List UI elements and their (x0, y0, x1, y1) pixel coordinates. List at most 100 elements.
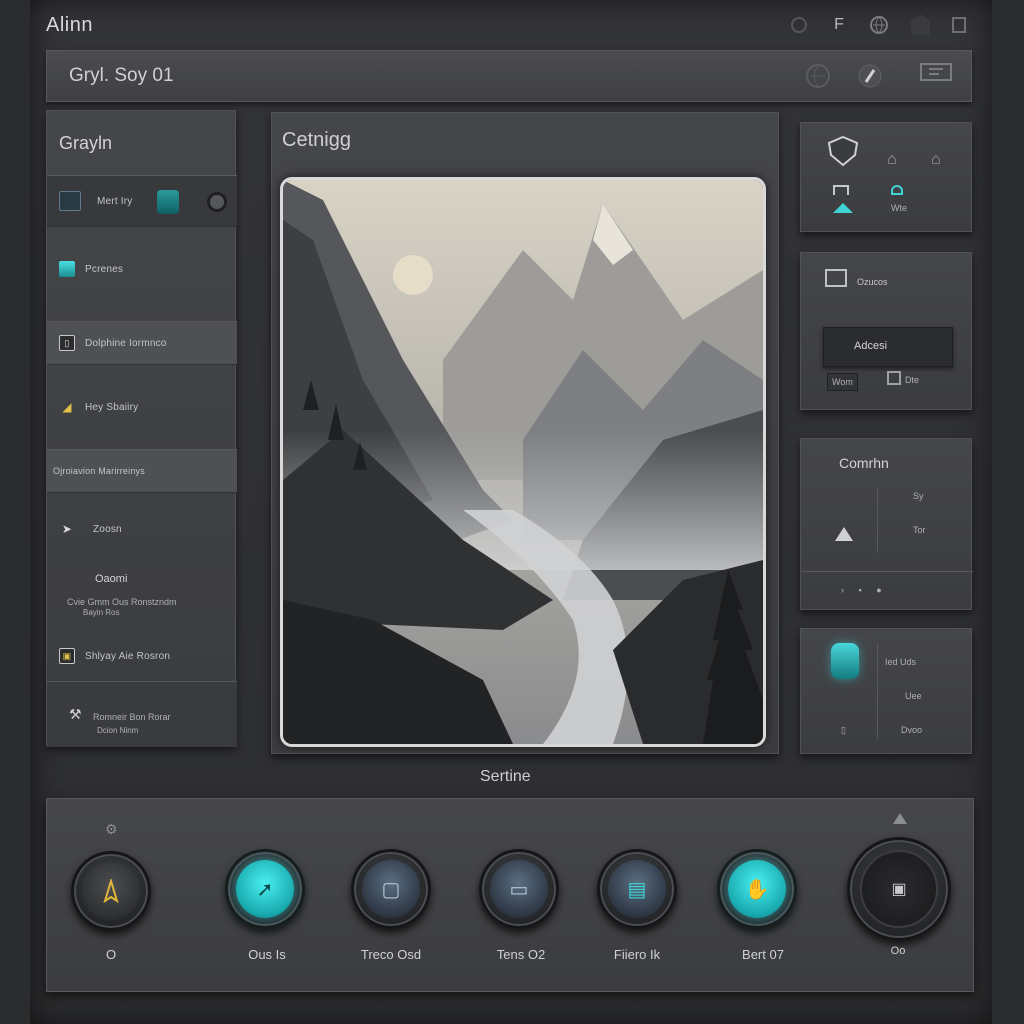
tool-icon[interactable]: ⚒ (69, 706, 82, 723)
monitor-icon[interactable] (825, 269, 847, 287)
panel3-row-1: Sy (913, 491, 924, 501)
window-icon[interactable] (948, 14, 970, 36)
right-panel-4: Ied Uds Uee Dvoo ▯ (800, 628, 972, 754)
power-toggle-icon[interactable] (831, 643, 859, 679)
sidebar-footer: ⚒ Romneir Bon Rorar Dcion Ninm (47, 681, 237, 747)
sidebar-item-hey[interactable]: ◢ Hey Sbaiiry (47, 389, 237, 425)
teal-triangle-icon (833, 203, 853, 213)
main-title: Cetnigg (282, 129, 351, 151)
knob-label: Tens O2 (496, 947, 546, 962)
panel2-field[interactable]: Adcesi (823, 327, 953, 367)
globe-icon[interactable] (868, 14, 890, 36)
sidebar-title: Grayln (59, 133, 113, 153)
panel1-label: Wte (891, 203, 908, 213)
panel3-title: Comrhn (839, 455, 889, 471)
toggle-icon[interactable] (207, 192, 227, 212)
sidebar-footer-sub: Dcion Ninm (97, 726, 139, 735)
sidebar-item-label: Hey Sbaiiry (85, 401, 139, 413)
sidebar-item-label: Pcrenes (85, 263, 124, 275)
edit-icon[interactable] (857, 63, 883, 94)
panel2-button-2[interactable]: Dte (905, 375, 919, 385)
header-bar: Gryl. Soy 01 (46, 50, 972, 102)
image-caption: Sertine (480, 768, 531, 785)
sidebar-item-dolphine[interactable]: ▯ Dolphine Iormnco (47, 321, 237, 365)
dial-knob[interactable] (71, 851, 151, 931)
sidebar-item-zoosn[interactable]: ➤ Zoosn (47, 513, 237, 545)
panel3-row-2: Tor (913, 525, 926, 535)
sidebar-subtext: Bayin Ros (83, 608, 120, 617)
archive-knob[interactable]: ▤ (597, 849, 677, 929)
panel4-row-3: Dvoo (901, 725, 923, 735)
cursor-knob[interactable]: ➚ (225, 849, 305, 929)
panel3-controls[interactable]: › ▪ ● (841, 585, 888, 595)
f-icon[interactable]: F (828, 14, 850, 36)
divider (801, 571, 973, 572)
sidebar-footer-label: Romneir Bon Rorar (93, 712, 171, 722)
landscape-image (280, 177, 766, 747)
app-title: Alinn (46, 14, 93, 36)
panel4-row-1: Ied Uds (885, 657, 917, 667)
divider (877, 487, 878, 553)
home-icon[interactable]: ⌂ (887, 151, 897, 169)
cursor-icon: ➚ (236, 860, 294, 918)
knob-label: Treco Osd (360, 947, 422, 962)
main-panel: Cetnigg (271, 112, 779, 754)
sidebar-item-mert[interactable]: Mert Iry (47, 175, 237, 227)
panel2-button-1[interactable]: Wom (827, 373, 858, 391)
circle-icon[interactable] (788, 14, 810, 36)
sidebar-item-ojroiavion[interactable]: Ojroiavion Marirreinys (47, 449, 237, 493)
display-icon[interactable] (919, 61, 953, 90)
triangle-icon[interactable] (835, 527, 853, 541)
archive-icon: ▤ (608, 860, 666, 918)
panel4-row-2: Uee (905, 691, 922, 701)
knob-label: Oo (890, 945, 906, 957)
doc-icon: ▯ (59, 335, 75, 351)
sidebar-item-oaomi[interactable]: Oaomi (95, 573, 127, 585)
bracket-icon (833, 185, 849, 195)
camera-icon[interactable] (908, 14, 930, 36)
right-panel-1: ⌂ ⌂ Wte (800, 122, 972, 232)
screen-icon: ▣ (860, 850, 938, 928)
device-icon: ▭ (490, 860, 548, 918)
house-icon[interactable]: ⌂ (931, 151, 941, 169)
sidebar-subtext: Cvie Gmm Ous Ronstzndm (67, 597, 177, 607)
knob-label: Ous Is (248, 947, 286, 962)
teal-square-icon (59, 261, 75, 277)
globe-icon[interactable] (805, 63, 831, 94)
window-knob[interactable]: ▢ (351, 849, 431, 929)
sidebar-item-label: Zoosn (93, 523, 122, 535)
frame-icon: ▢ (362, 860, 420, 918)
right-panel-3: Comrhn Sy Tor › ▪ ● (800, 438, 973, 610)
sidebar-item-label: Ojroiavion Marirreinys (53, 466, 145, 476)
knob-label: Bert 07 (742, 947, 784, 962)
box-icon: ▣ (59, 648, 75, 664)
knob-label: Fiiero Ik (613, 947, 661, 962)
sidebar-item-label: Dolphine Iormnco (85, 337, 167, 349)
tablet-icon (59, 191, 81, 211)
shield-icon[interactable] (827, 135, 859, 172)
bracket-icon: ▯ (841, 725, 846, 735)
hand-icon: ✋ (728, 860, 786, 918)
sidebar: Grayln Mert Iry Pcrenes ▯ Dolphine Iormn… (46, 110, 237, 747)
top-icon-bar: F (788, 10, 970, 40)
control-dock: ⚙ O ➚ Ous Is ▢ Treco Osd ▭ Tens O2 ▤ Fii… (46, 798, 974, 992)
knob-label: O (105, 947, 117, 962)
arc-icon (891, 185, 903, 195)
device-knob[interactable]: ▭ (479, 849, 559, 929)
sidebar-item-label: Mert Iry (97, 195, 133, 207)
gear-icon[interactable]: ⚙ (105, 821, 118, 838)
hand-knob[interactable]: ✋ (717, 849, 797, 929)
panel2-label: Ozucos (857, 277, 888, 287)
sidebar-item-shlyay[interactable]: ▣ Shlyay Aie Rosron (47, 641, 237, 671)
divider (877, 643, 878, 739)
sidebar-item-pcrenes[interactable]: Pcrenes (47, 251, 237, 287)
header-title: Gryl. Soy 01 (69, 65, 174, 86)
pencil-icon: ◢ (62, 400, 72, 414)
needle-icon (103, 879, 119, 903)
checkbox-icon[interactable] (887, 371, 901, 385)
triangle-icon[interactable] (893, 813, 907, 824)
shield-teal-icon (157, 190, 179, 214)
right-panel-2: Ozucos Adcesi Wom Dte (800, 252, 972, 410)
big-dial[interactable]: ▣ (847, 837, 951, 941)
sidebar-item-label: Shlyay Aie Rosron (85, 650, 171, 662)
